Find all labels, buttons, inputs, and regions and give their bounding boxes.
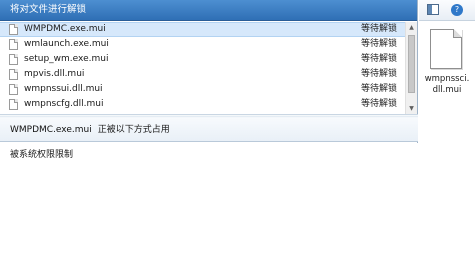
preview-caption-line: dll.mui [432,85,462,95]
file-name: mpvis.dll.mui [24,69,85,79]
file-status: 等待解锁 [360,69,397,79]
file-row[interactable]: WMPDMC.exe.mui 等待解锁 [0,22,405,37]
file-status: 等待解锁 [360,84,397,94]
preview-pane: wmpnssci. dll.mui [419,21,475,272]
file-name: setup_wm.exe.mui [24,54,109,64]
document-icon [9,24,18,35]
file-status: 等待解锁 [360,54,397,64]
document-icon [9,39,18,50]
file-row[interactable]: wmpnssui.dll.mui 等待解锁 [0,82,405,97]
file-row[interactable]: wmlaunch.exe.mui 等待解锁 [0,37,405,52]
side-toolbar: ? [419,0,475,21]
preview-caption: wmpnssci. dll.mui [419,74,475,96]
file-status: 等待解锁 [360,99,397,109]
file-name: WMPDMC.exe.mui [24,24,106,34]
preview-pane-icon[interactable] [427,4,439,15]
file-name: wmlaunch.exe.mui [24,39,109,49]
file-name: wmpnssui.dll.mui [24,84,103,94]
preview-caption-line: wmpnssci. [424,74,470,84]
scroll-thumb[interactable] [408,35,415,93]
document-icon [9,99,18,110]
file-row[interactable]: mpvis.dll.mui 等待解锁 [0,67,405,82]
detail-file-name: WMPDMC.exe.mui [10,125,92,135]
scroll-up-arrow-icon[interactable]: ▲ [406,22,417,33]
file-list-rows: WMPDMC.exe.mui 等待解锁 wmlaunch.exe.mui 等待解… [0,22,405,114]
file-row[interactable]: setup_wm.exe.mui 等待解锁 [0,52,405,67]
file-row[interactable]: wmpnscfg.dll.mui 等待解锁 [0,97,405,112]
document-icon [430,29,462,69]
detail-status-text: 正被以下方式占用 [97,125,170,135]
document-icon [9,54,18,65]
file-status: 等待解锁 [360,24,397,34]
unlock-panel: 将对文件进行解锁 WMPDMC.exe.mui 等待解锁 wmlaunch.ex… [0,0,418,272]
detail-body: 被系统权限限制 [0,143,418,272]
detail-header: WMPDMC.exe.mui 正被以下方式占用 [0,118,418,142]
panel-title: 将对文件进行解锁 [0,0,417,21]
document-icon [9,84,18,95]
document-icon [9,69,18,80]
file-list-scrollbar[interactable]: ▲ ▼ [405,22,417,114]
lock-reason: 被系统权限限制 [10,150,74,160]
file-list: WMPDMC.exe.mui 等待解锁 wmlaunch.exe.mui 等待解… [0,22,418,114]
file-status: 等待解锁 [360,39,397,49]
scroll-down-arrow-icon[interactable]: ▼ [406,103,417,114]
file-name: wmpnscfg.dll.mui [24,99,104,109]
help-icon[interactable]: ? [451,4,463,16]
